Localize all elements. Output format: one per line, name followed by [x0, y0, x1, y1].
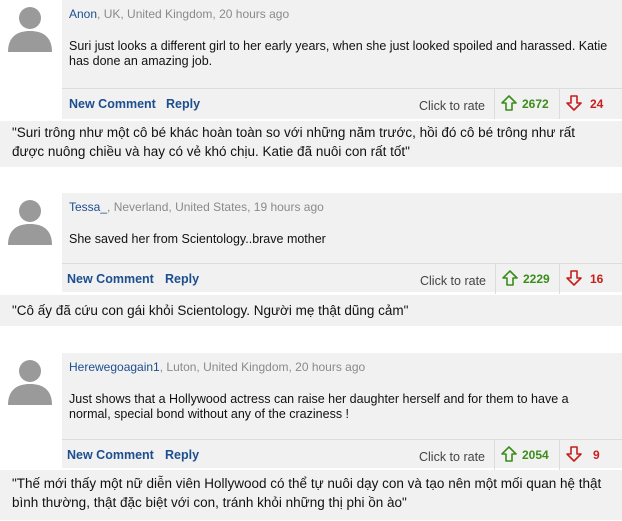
- comment-location: , Luton, United Kingdom, 20 hours ago: [159, 360, 366, 374]
- click-to-rate-label: Click to rate: [420, 274, 486, 288]
- thumbs-up-arrow-icon: [501, 446, 517, 462]
- click-to-rate-label: Click to rate: [419, 450, 485, 464]
- comment-location: , Neverland, United States, 19 hours ago: [107, 200, 324, 214]
- comment-item: Herewegoagain1, Luton, United Kingdom, 2…: [0, 353, 622, 521]
- reply-button[interactable]: Reply: [165, 272, 199, 286]
- default-avatar-icon: [4, 353, 56, 405]
- comment-username[interactable]: Herewegoagain1: [69, 360, 160, 374]
- reply-button[interactable]: Reply: [165, 448, 199, 462]
- comment-location: , UK, United Kingdom, 20 hours ago: [97, 7, 290, 21]
- downvote-count: 16: [590, 272, 604, 286]
- comment-translation: "Thế mới thấy một nữ diễn viên Hollywood…: [0, 470, 622, 520]
- comment-item: Tessa_, Neverland, United States, 19 hou…: [0, 193, 622, 328]
- comment-meta: Herewegoagain1, Luton, United Kingdom, 2…: [69, 360, 365, 374]
- thumbs-down-arrow-icon: [566, 95, 582, 111]
- comment-box: Anon, UK, United Kingdom, 20 hours ago S…: [62, 0, 622, 119]
- comment-meta: Anon, UK, United Kingdom, 20 hours ago: [69, 7, 289, 21]
- downvote-button[interactable]: 16: [559, 264, 622, 294]
- click-to-rate-label: Click to rate: [419, 99, 485, 113]
- downvote-count: 9: [593, 448, 600, 462]
- comment-translation: "Suri trông như một cô bé khác hoàn toàn…: [0, 121, 622, 167]
- comment-username[interactable]: Anon: [69, 7, 97, 21]
- comment-actions: New Comment Reply Click to rate 2672 24: [62, 88, 622, 119]
- comment-box: Herewegoagain1, Luton, United Kingdom, 2…: [62, 353, 622, 470]
- upvote-count: 2672: [522, 97, 549, 111]
- downvote-button[interactable]: 24: [559, 89, 622, 119]
- comment-text: She saved her from Scientology..brave mo…: [69, 232, 326, 246]
- comment-translation: "Cô ấy đã cứu con gái khỏi Scientology. …: [0, 295, 622, 326]
- comment-box: Tessa_, Neverland, United States, 19 hou…: [62, 193, 622, 294]
- downvote-count: 24: [590, 97, 604, 111]
- default-avatar-icon: [4, 0, 56, 52]
- downvote-button[interactable]: 9: [559, 440, 622, 470]
- comment-text: Suri just looks a different girl to her …: [69, 39, 608, 68]
- comment-meta: Tessa_, Neverland, United States, 19 hou…: [69, 200, 324, 214]
- comment-actions: New Comment Reply Click to rate 2229 16: [62, 263, 622, 294]
- upvote-button[interactable]: 2229: [495, 264, 560, 294]
- new-comment-button[interactable]: New Comment: [69, 97, 156, 111]
- upvote-count: 2054: [522, 448, 549, 462]
- default-avatar-icon: [4, 193, 56, 245]
- upvote-button[interactable]: 2054: [494, 440, 560, 470]
- upvote-button[interactable]: 2672: [494, 89, 560, 119]
- thumbs-up-arrow-icon: [502, 270, 518, 286]
- thumbs-down-arrow-icon: [566, 270, 582, 286]
- thumbs-down-arrow-icon: [566, 446, 582, 462]
- new-comment-button[interactable]: New Comment: [67, 272, 154, 286]
- comment-username[interactable]: Tessa_: [69, 200, 107, 214]
- comment-text: Just shows that a Hollywood actress can …: [69, 392, 569, 421]
- comment-item: Anon, UK, United Kingdom, 20 hours ago S…: [0, 0, 622, 168]
- upvote-count: 2229: [523, 272, 550, 286]
- reply-button[interactable]: Reply: [166, 97, 200, 111]
- thumbs-up-arrow-icon: [501, 95, 517, 111]
- comment-actions: New Comment Reply Click to rate 2054 9: [62, 439, 622, 470]
- new-comment-button[interactable]: New Comment: [67, 448, 154, 462]
